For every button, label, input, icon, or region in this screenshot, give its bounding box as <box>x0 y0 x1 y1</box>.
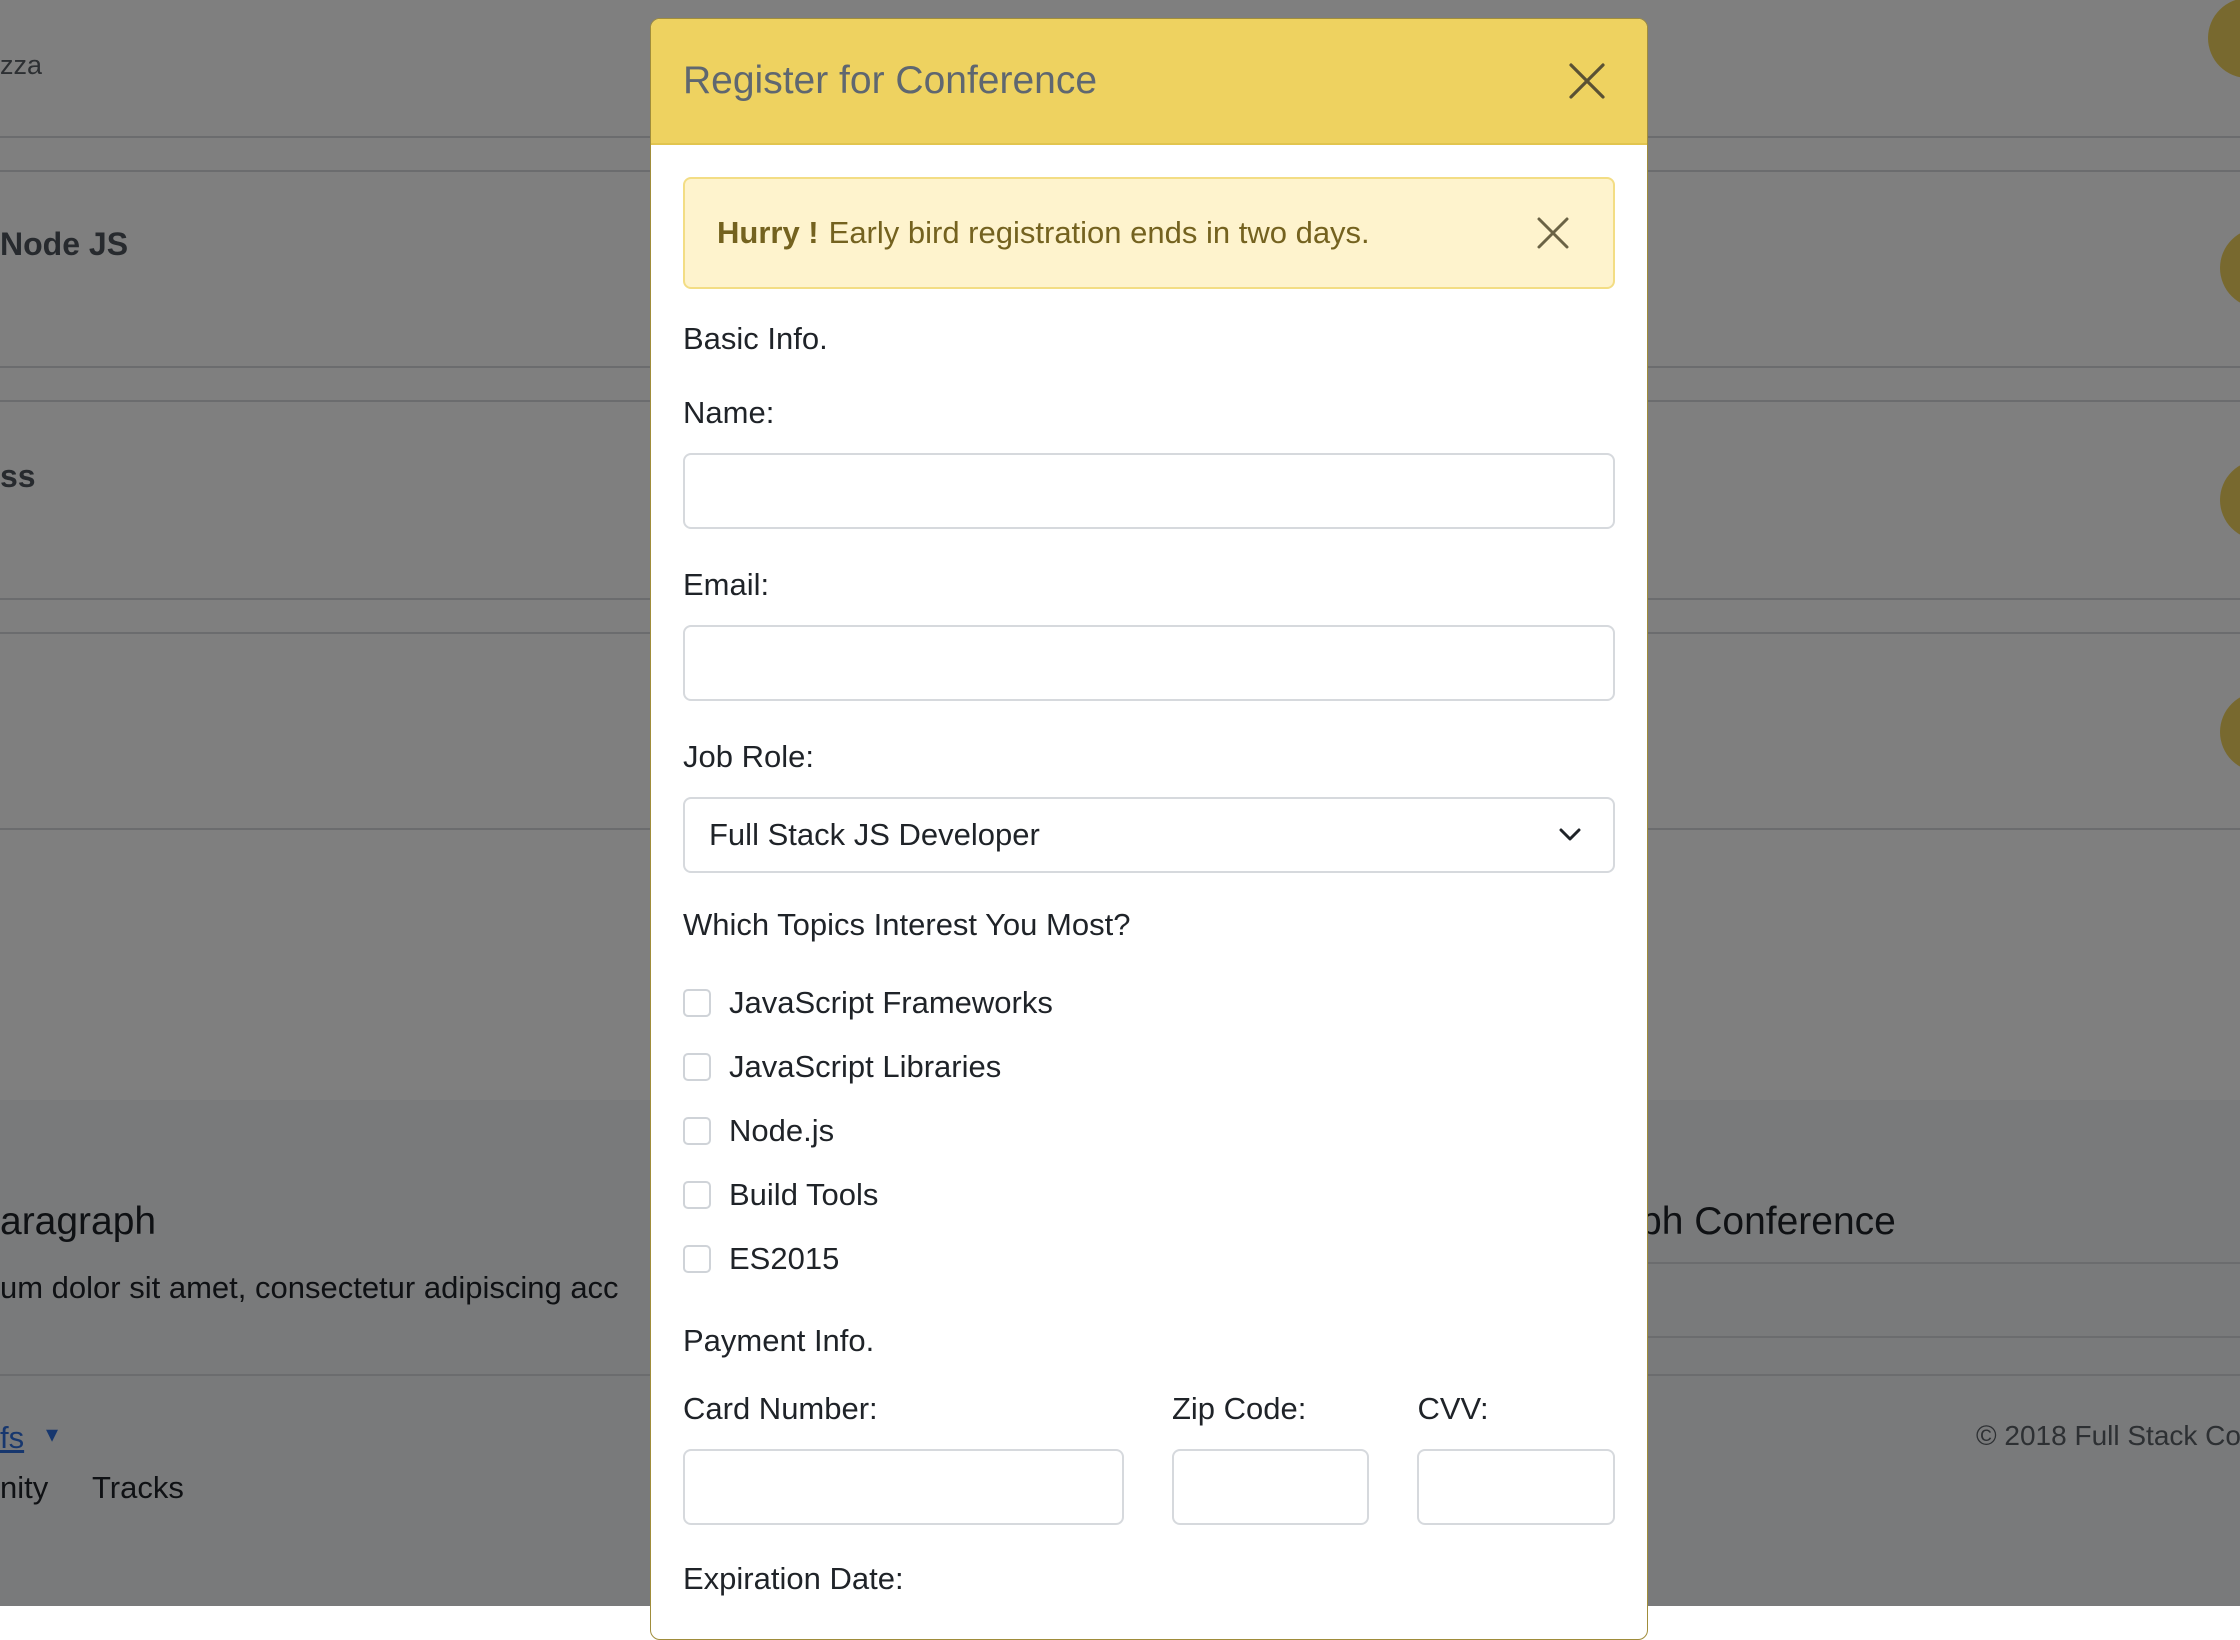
early-bird-alert: Hurry ! Early bird registration ends in t… <box>683 177 1615 289</box>
topic-javascript-frameworks[interactable]: JavaScript Frameworks <box>683 971 1615 1035</box>
job-role-select[interactable]: Full Stack JS Developer <box>683 797 1615 873</box>
topic-label: Build Tools <box>729 1177 879 1212</box>
modal-title: Register for Conference <box>683 59 1098 102</box>
topic-label: JavaScript Frameworks <box>729 985 1053 1020</box>
zip-code-input[interactable] <box>1171 1449 1370 1525</box>
card-number-input[interactable] <box>683 1449 1124 1525</box>
email-label: Email: <box>683 567 770 602</box>
card-number-group: Card Number: <box>683 1389 1124 1525</box>
cvv-label: CVV: <box>1417 1391 1489 1426</box>
email-input[interactable] <box>683 625 1615 701</box>
checkbox[interactable] <box>683 1245 711 1273</box>
job-role-label: Job Role: <box>683 739 814 774</box>
card-number-label: Card Number: <box>683 1391 878 1426</box>
topic-javascript-libraries[interactable]: JavaScript Libraries <box>683 1035 1615 1099</box>
topic-label: ES2015 <box>729 1241 840 1276</box>
alert-strong: Hurry ! <box>717 215 819 250</box>
topics-list: JavaScript Frameworks JavaScript Librari… <box>683 971 1615 1291</box>
modal-body: Hurry ! Early bird registration ends in t… <box>651 145 1647 1599</box>
expiration-date-label: Expiration Date: <box>683 1561 904 1596</box>
modal-header: Register for Conference <box>651 19 1647 145</box>
close-icon <box>1537 217 1569 249</box>
checkbox[interactable] <box>683 1117 711 1145</box>
zip-code-group: Zip Code: <box>1171 1389 1370 1525</box>
topic-es2015[interactable]: ES2015 <box>683 1227 1615 1291</box>
alert-message: Early bird registration ends in two days… <box>828 215 1370 250</box>
checkbox[interactable] <box>683 989 711 1017</box>
checkbox[interactable] <box>683 1053 711 1081</box>
zip-code-label: Zip Code: <box>1171 1391 1307 1426</box>
modal-close-button[interactable] <box>1561 55 1613 107</box>
cvv-group: CVV: <box>1417 1389 1615 1525</box>
topic-label: Node.js <box>729 1113 835 1148</box>
cvv-input[interactable] <box>1417 1449 1615 1525</box>
alert-text: Hurry ! Early bird registration ends in t… <box>717 215 1370 251</box>
name-input[interactable] <box>683 453 1615 529</box>
name-label: Name: <box>683 395 775 430</box>
topic-build-tools[interactable]: Build Tools <box>683 1163 1615 1227</box>
topic-label: JavaScript Libraries <box>729 1049 1002 1084</box>
basic-info-title: Basic Info. <box>683 321 828 356</box>
close-icon <box>1569 63 1605 99</box>
payment-info-title: Payment Info. <box>683 1323 875 1358</box>
register-modal: Register for Conference Hurry ! Early bir… <box>650 18 1648 1640</box>
alert-close-button[interactable] <box>1527 207 1579 259</box>
payment-fields: Card Number: Zip Code: CVV: <box>683 1389 1615 1525</box>
chevron-down-icon <box>1559 828 1581 841</box>
topic-nodejs[interactable]: Node.js <box>683 1099 1615 1163</box>
job-role-selected: Full Stack JS Developer <box>709 817 1040 852</box>
topics-title: Which Topics Interest You Most? <box>683 907 1131 942</box>
checkbox[interactable] <box>683 1181 711 1209</box>
